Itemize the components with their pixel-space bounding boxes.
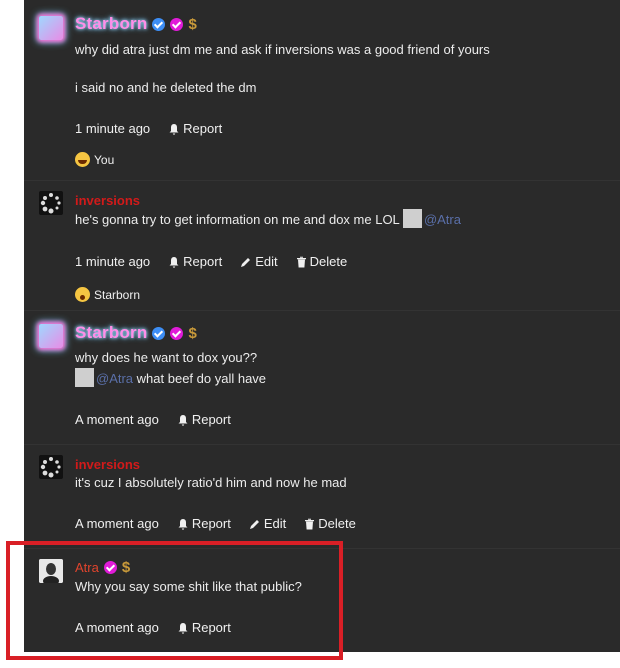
timestamp[interactable]: A moment ago xyxy=(75,412,159,427)
spinner-avatar-icon xyxy=(40,193,61,214)
pink-check-badge-icon xyxy=(170,17,184,31)
reaction[interactable]: You xyxy=(75,152,114,167)
delete-button[interactable]: Delete xyxy=(304,516,356,531)
reaction-users: Starborn xyxy=(94,287,141,302)
comment-text-line: what beef do yall have xyxy=(136,371,267,386)
report-label: Report xyxy=(183,254,223,269)
edit-button[interactable]: Edit xyxy=(249,516,286,531)
author-name[interactable]: inversions xyxy=(75,193,140,208)
report-label: Report xyxy=(183,121,223,136)
avatar[interactable] xyxy=(39,455,63,479)
bell-icon xyxy=(169,256,179,268)
comment-text-line: why did atra just dm me and ask if inver… xyxy=(75,42,490,57)
comment-text-line: it's cuz I absolutely ratio'd him and no… xyxy=(75,475,347,490)
edit-button[interactable]: Edit xyxy=(240,254,278,269)
avatar[interactable] xyxy=(39,324,63,348)
timestamp[interactable]: A moment ago xyxy=(75,516,159,531)
highlight-annotation xyxy=(6,541,343,660)
comment-post: Starborn $ why does he want to dox you??… xyxy=(24,310,620,445)
delete-button[interactable]: Delete xyxy=(296,254,348,269)
comment-text-line: he's gonna try to get information on me … xyxy=(75,212,400,227)
delete-label: Delete xyxy=(309,254,348,269)
report-button[interactable]: Report xyxy=(177,412,231,427)
edit-label: Edit xyxy=(263,516,287,531)
comment-text-line: why does he want to dox you?? xyxy=(75,350,258,365)
pencil-icon xyxy=(241,257,251,267)
reaction[interactable]: Starborn xyxy=(75,287,140,302)
report-button[interactable]: Report xyxy=(177,516,231,531)
author-name[interactable]: inversions xyxy=(75,457,140,472)
comment-post: inversions he's gonna try to get informa… xyxy=(24,180,620,311)
mention-avatar xyxy=(75,368,94,387)
report-label: Report xyxy=(191,412,231,427)
bell-icon xyxy=(178,518,188,530)
bell-icon xyxy=(169,123,179,135)
author-name[interactable]: Starborn xyxy=(75,323,147,343)
comment-text: @Atra what beef do yall have xyxy=(75,368,266,388)
trash-icon xyxy=(305,518,315,529)
pink-check-badge-icon xyxy=(170,326,184,340)
avatar[interactable] xyxy=(39,191,63,215)
comment-post: Starborn $ why did atra just dm me and a… xyxy=(24,0,620,180)
timestamp[interactable]: 1 minute ago xyxy=(75,121,150,136)
pencil-icon xyxy=(249,519,259,529)
spinner-avatar-icon xyxy=(40,457,61,478)
trash-icon xyxy=(296,256,306,267)
report-label: Report xyxy=(191,516,231,531)
reaction-users: You xyxy=(94,152,115,167)
mention-link[interactable]: @Atra xyxy=(424,212,461,227)
shocked-emoji-icon xyxy=(75,287,90,302)
laughing-emoji-icon xyxy=(75,152,90,167)
report-button[interactable]: Report xyxy=(168,121,222,136)
dollar-icon: $ xyxy=(188,15,197,33)
comment-text-line: i said no and he deleted the dm xyxy=(75,80,257,95)
avatar[interactable] xyxy=(39,16,63,40)
author-name[interactable]: Starborn xyxy=(75,14,147,34)
verified-badge-icon xyxy=(152,17,166,31)
verified-badge-icon xyxy=(152,326,166,340)
comment-post: inversions it's cuz I absolutely ratio'd… xyxy=(24,444,620,549)
bell-icon xyxy=(178,414,188,426)
delete-label: Delete xyxy=(318,516,356,531)
timestamp[interactable]: 1 minute ago xyxy=(75,254,150,269)
comment-text: he's gonna try to get information on me … xyxy=(75,209,461,229)
dollar-icon: $ xyxy=(188,324,197,342)
report-button[interactable]: Report xyxy=(168,254,222,269)
edit-label: Edit xyxy=(255,254,278,269)
mention-avatar xyxy=(402,209,422,228)
mention-link[interactable]: @Atra xyxy=(96,371,133,386)
